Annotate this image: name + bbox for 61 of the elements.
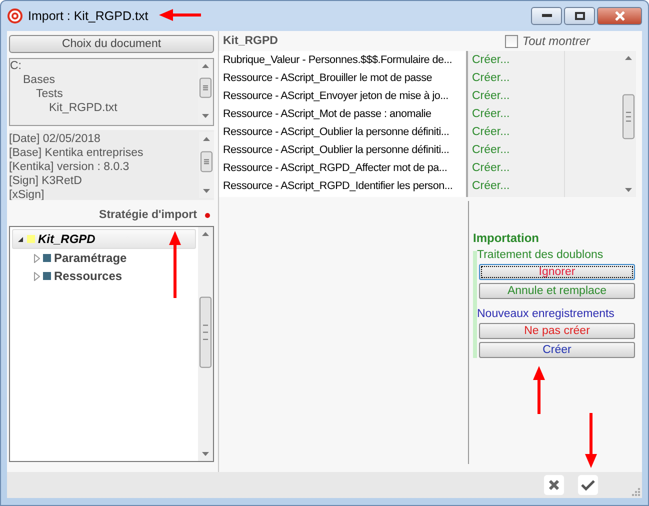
table-cell-text: Ressource - AScript_Brouiller le mot de passe — [222, 71, 433, 86]
option-button[interactable]: Ne pas créer — [479, 323, 635, 339]
table-cell-text: Ressource - AScript_RGPD_Identifier les person... — [222, 179, 454, 194]
resize-grip-icon[interactable] — [631, 487, 640, 496]
minimize-button[interactable] — [531, 7, 562, 25]
folder-item[interactable]: Tests — [10, 87, 198, 101]
cross-icon — [548, 479, 560, 491]
info-line: [Kentika] version : 8.0.3 — [9, 160, 130, 174]
close-button[interactable] — [597, 7, 642, 25]
table-cell-text: Créer... — [471, 161, 511, 176]
section-title: Importation — [473, 231, 540, 245]
table-cell-text: Créer... — [471, 125, 511, 140]
folder-item[interactable]: Bases — [10, 73, 198, 87]
table-cell-text: Ressource - AScript_Oublier la personne définiti... — [222, 125, 450, 140]
maximize-icon — [574, 12, 584, 20]
section-title: Stratégie d'import — [99, 209, 197, 221]
info-line: [Date] 02/05/2018 — [9, 132, 102, 146]
annotation-arrow — [533, 366, 545, 414]
status-dot — [205, 212, 210, 218]
table-cell-text: Créer... — [471, 143, 511, 158]
collapse-icon[interactable] — [17, 236, 24, 242]
table-cell-text: Ressource - AScript_Oublier la personne définiti... — [222, 143, 450, 158]
cancel-button[interactable] — [544, 475, 564, 495]
group-label: Traitement des doublons — [477, 249, 604, 261]
table-cell-text: Rubrique_Valeur - Personnes.$$$.Formulaire de... — [222, 53, 454, 68]
folder-item[interactable]: C: — [10, 59, 198, 73]
checkmark-icon — [581, 479, 595, 491]
list-title: Kit_RGPD — [223, 35, 278, 47]
annotation-arrow — [169, 231, 181, 298]
tree-item[interactable]: Kit_RGPD — [12, 229, 196, 249]
info-line: [Base] Kentika entreprises — [9, 146, 144, 160]
tree-item[interactable]: Paramétrage — [30, 249, 196, 267]
show-all-checkbox[interactable]: Tout montrer — [505, 34, 590, 48]
close-icon — [614, 11, 626, 21]
option-button[interactable]: Créer — [479, 342, 635, 358]
table-cell-text: Créer... — [471, 179, 511, 194]
annotation-arrow — [159, 9, 201, 21]
scrollbar[interactable] — [199, 132, 214, 198]
minimize-icon — [542, 14, 552, 18]
tree-item[interactable]: Ressources — [30, 267, 196, 285]
maximize-button[interactable] — [564, 7, 595, 25]
annotation-arrow — [585, 413, 597, 468]
table-cell-text: Ressource - AScript_Envoyer jeton de mise à jo... — [222, 89, 450, 104]
table-cell-text: Ressource - AScript_RGPD_Affecter mot de pa... — [222, 161, 448, 176]
window-title: Import : Kit_RGPD.txt — [28, 8, 148, 22]
app-icon — [7, 8, 23, 24]
table-cell-text: Créer... — [471, 89, 511, 104]
table-cell-text: Créer... — [471, 71, 511, 86]
scrollbar[interactable] — [621, 51, 636, 197]
info-line: [Sign] K3RetD — [9, 174, 83, 188]
checkbox[interactable] — [505, 34, 518, 48]
option-button[interactable]: Ignorer — [479, 264, 635, 280]
option-button[interactable]: Annule et remplace — [479, 283, 635, 299]
folder-item[interactable]: Kit_RGPD.txt — [10, 101, 198, 115]
table-cell-text: Créer... — [471, 53, 511, 68]
confirm-button[interactable] — [578, 475, 598, 495]
choose-document-button[interactable]: Choix du document — [9, 35, 214, 53]
group-label: Nouveaux enregistrements — [477, 308, 616, 320]
table-cell-text: Ressource - AScript_Mot de passe : anomalie — [222, 107, 432, 122]
scrollbar[interactable] — [198, 227, 213, 461]
table-cell-text: Créer... — [471, 107, 511, 122]
